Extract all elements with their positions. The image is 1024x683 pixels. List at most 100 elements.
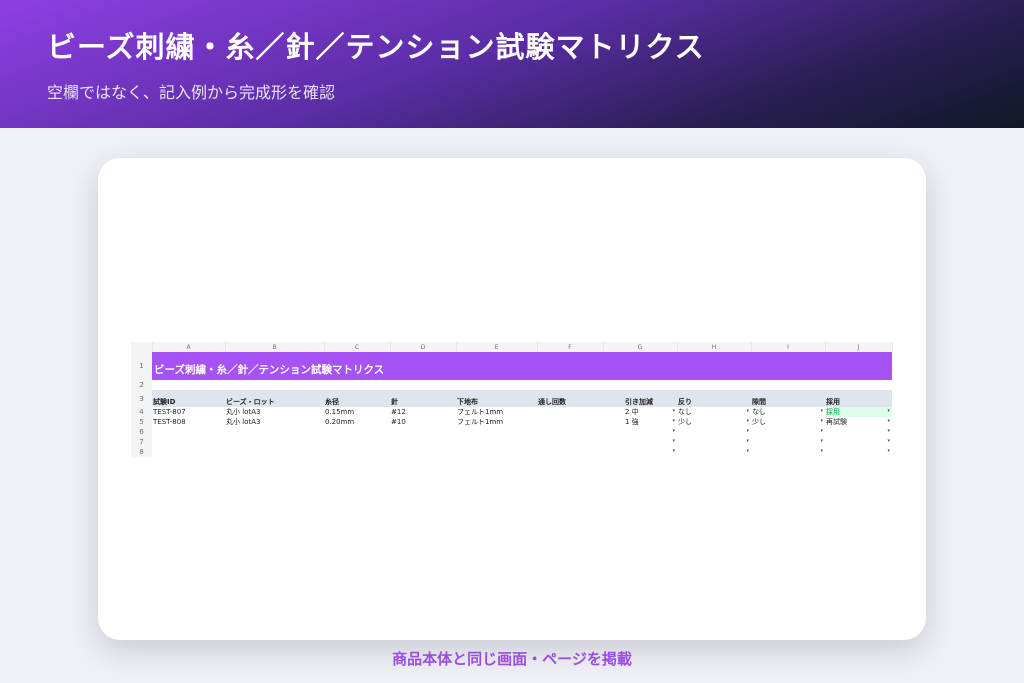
cell[interactable] xyxy=(324,427,390,437)
cell[interactable] xyxy=(390,437,456,447)
cell[interactable]: ▾ xyxy=(751,427,825,437)
cell-tension[interactable]: 2 中 ▾ xyxy=(603,407,677,417)
cell-tension[interactable]: 1 強 ▾ xyxy=(603,417,677,427)
header-cell[interactable]: 針 xyxy=(390,390,456,407)
cell[interactable] xyxy=(456,447,537,457)
cell[interactable]: ▾ xyxy=(603,437,677,447)
col-letter[interactable]: E xyxy=(456,342,538,352)
cell[interactable] xyxy=(324,437,390,447)
dropdown-arrow-icon[interactable]: ▾ xyxy=(887,418,890,424)
cell-thread[interactable]: 0.15mm xyxy=(324,407,390,417)
dropdown-arrow-icon[interactable]: ▾ xyxy=(820,438,823,444)
header-cell[interactable]: 下地布 xyxy=(456,390,537,407)
cell-gap[interactable]: なし ▾ xyxy=(751,407,825,417)
cell[interactable]: ▾ xyxy=(751,437,825,447)
dropdown-arrow-icon[interactable]: ▾ xyxy=(820,448,823,454)
cell[interactable] xyxy=(225,447,324,457)
col-letter[interactable]: B xyxy=(225,342,325,352)
cell-fabric[interactable]: フェルト1mm xyxy=(456,417,537,427)
col-letter[interactable]: C xyxy=(324,342,391,352)
row-number[interactable]: 8 xyxy=(131,447,152,457)
dropdown-arrow-icon[interactable]: ▾ xyxy=(672,418,675,424)
cell[interactable]: ▾ xyxy=(825,437,892,447)
dropdown-arrow-icon[interactable]: ▾ xyxy=(887,448,890,454)
cell-passes[interactable] xyxy=(537,407,603,417)
col-letter[interactable]: J xyxy=(825,342,893,352)
header-cell[interactable]: 引き加減 xyxy=(603,390,677,407)
dropdown-arrow-icon[interactable]: ▾ xyxy=(672,408,675,414)
dropdown-arrow-icon[interactable]: ▾ xyxy=(746,418,749,424)
dropdown-arrow-icon[interactable]: ▾ xyxy=(746,428,749,434)
cell[interactable] xyxy=(390,427,456,437)
cell[interactable]: ▾ xyxy=(677,437,751,447)
cell[interactable] xyxy=(324,447,390,457)
dropdown-arrow-icon[interactable]: ▾ xyxy=(820,418,823,424)
cell[interactable] xyxy=(225,427,324,437)
cell-needle[interactable]: #10 xyxy=(390,417,456,427)
col-letter[interactable]: G xyxy=(603,342,678,352)
cell-bead-lot[interactable]: 丸小 lotA3 xyxy=(225,407,324,417)
cell[interactable] xyxy=(390,447,456,457)
cell[interactable]: ▾ xyxy=(825,447,892,457)
cell[interactable] xyxy=(537,437,603,447)
cell[interactable]: ▾ xyxy=(603,427,677,437)
cell[interactable] xyxy=(152,447,225,457)
col-letter[interactable]: D xyxy=(390,342,457,352)
cell-adopt[interactable]: 再試験 ▾ xyxy=(825,417,892,427)
header-cell[interactable]: 試験ID xyxy=(152,390,225,407)
cell[interactable]: ▾ xyxy=(677,447,751,457)
dropdown-arrow-icon[interactable]: ▾ xyxy=(820,408,823,414)
cell-thread[interactable]: 0.20mm xyxy=(324,417,390,427)
col-letter[interactable]: A xyxy=(152,342,226,352)
header-cell[interactable]: 通し回数 xyxy=(537,390,603,407)
cell[interactable] xyxy=(152,380,892,390)
cell-needle[interactable]: #12 xyxy=(390,407,456,417)
dropdown-arrow-icon[interactable]: ▾ xyxy=(887,438,890,444)
row-number[interactable]: 2 xyxy=(131,380,152,390)
cell[interactable] xyxy=(537,447,603,457)
cell-warp[interactable]: なし ▾ xyxy=(677,407,751,417)
dropdown-arrow-icon[interactable]: ▾ xyxy=(746,448,749,454)
row-number[interactable]: 6 xyxy=(131,427,152,437)
cell-adopt[interactable]: 採用 ▾ xyxy=(825,407,892,417)
header-cell[interactable]: 反り xyxy=(677,390,751,407)
cell[interactable]: ▾ xyxy=(825,427,892,437)
cell[interactable]: ▾ xyxy=(677,427,751,437)
header-cell[interactable]: 隙間 xyxy=(751,390,825,407)
row-number[interactable]: 7 xyxy=(131,437,152,447)
header-cell[interactable]: ビーズ・ロット xyxy=(225,390,324,407)
sheet-title-cell[interactable]: ビーズ刺繍・糸／針／テンション試験マトリクス xyxy=(152,352,892,380)
cell-warp[interactable]: 少し ▾ xyxy=(677,417,751,427)
cell-test-id[interactable]: TEST-807 xyxy=(152,407,225,417)
cell[interactable] xyxy=(225,437,324,447)
row-number[interactable]: 1 xyxy=(131,352,152,380)
row-number[interactable]: 5 xyxy=(131,417,152,427)
cell[interactable]: ▾ xyxy=(603,447,677,457)
dropdown-arrow-icon[interactable]: ▾ xyxy=(746,438,749,444)
col-letter[interactable]: H xyxy=(677,342,752,352)
cell-fabric[interactable]: フェルト1mm xyxy=(456,407,537,417)
cell-gap[interactable]: 少し ▾ xyxy=(751,417,825,427)
col-letter[interactable]: F xyxy=(537,342,604,352)
dropdown-arrow-icon[interactable]: ▾ xyxy=(672,438,675,444)
row-number[interactable]: 3 xyxy=(131,390,152,407)
dropdown-arrow-icon[interactable]: ▾ xyxy=(672,428,675,434)
dropdown-arrow-icon[interactable]: ▾ xyxy=(887,428,890,434)
cell-test-id[interactable]: TEST-808 xyxy=(152,417,225,427)
dropdown-arrow-icon[interactable]: ▾ xyxy=(887,408,890,414)
dropdown-arrow-icon[interactable]: ▾ xyxy=(820,428,823,434)
cell-bead-lot[interactable]: 丸小 lotA3 xyxy=(225,417,324,427)
cell[interactable]: ▾ xyxy=(751,447,825,457)
cell[interactable] xyxy=(152,427,225,437)
row-number[interactable]: 4 xyxy=(131,407,152,417)
dropdown-arrow-icon[interactable]: ▾ xyxy=(746,408,749,414)
header-cell[interactable]: 糸径 xyxy=(324,390,390,407)
cell-passes[interactable] xyxy=(537,417,603,427)
col-letter[interactable]: I xyxy=(751,342,826,352)
cell[interactable] xyxy=(456,437,537,447)
dropdown-arrow-icon[interactable]: ▾ xyxy=(672,448,675,454)
header-cell[interactable]: 採用 xyxy=(825,390,892,407)
cell[interactable] xyxy=(456,427,537,437)
cell[interactable] xyxy=(152,437,225,447)
cell[interactable] xyxy=(537,427,603,437)
